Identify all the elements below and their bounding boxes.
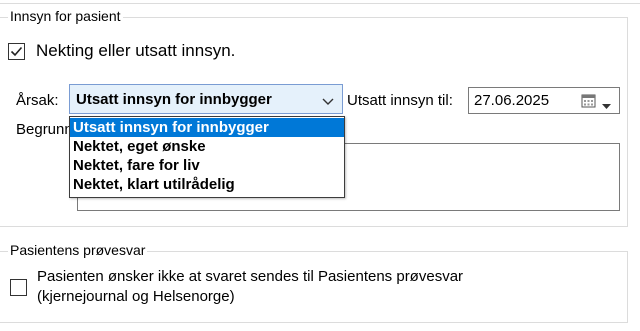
reason-label: Årsak: xyxy=(16,92,59,109)
reason-option[interactable]: Nektet, fare for liv xyxy=(70,156,344,175)
denial-checkbox[interactable] xyxy=(8,43,25,60)
justification-label: Begrunn xyxy=(16,121,73,138)
date-dropdown-arrow-icon[interactable] xyxy=(602,97,611,115)
chevron-down-icon xyxy=(322,94,334,112)
reason-option[interactable]: Nektet, klart utilrådelig xyxy=(70,175,344,194)
delay-until-date-field[interactable]: 27.06.2025 xyxy=(468,87,620,114)
denial-checkbox-label[interactable]: Nekting eller utsatt innsyn. xyxy=(36,41,235,61)
reason-option[interactable]: Nektet, eget ønske xyxy=(70,137,344,156)
reason-select[interactable]: Utsatt innsyn for innbygger xyxy=(69,84,343,114)
reason-option[interactable]: Utsatt innsyn for innbygger xyxy=(70,118,344,137)
calendar-icon[interactable] xyxy=(581,93,597,113)
reason-select-value: Utsatt innsyn for innbygger xyxy=(76,91,272,108)
delay-until-label: Utsatt innsyn til: xyxy=(347,92,453,109)
checkmark-icon xyxy=(10,46,23,57)
provesvar-checkbox[interactable] xyxy=(10,279,27,296)
innsyn-group-title: Innsyn for pasient xyxy=(8,8,123,24)
delay-until-date-value: 27.06.2025 xyxy=(474,92,550,109)
provesvar-checkbox-label-line1[interactable]: Pasienten ønsker ikke at svaret sendes t… xyxy=(37,268,463,285)
provesvar-group xyxy=(0,251,628,323)
provesvar-group-title: Pasientens prøvesvar xyxy=(8,242,148,258)
reason-dropdown-list[interactable]: Utsatt innsyn for innbygger Nektet, eget… xyxy=(69,116,345,198)
provesvar-checkbox-label-line2[interactable]: (kjernejournal og Helsenorge) xyxy=(37,288,235,305)
top-divider xyxy=(0,3,640,4)
